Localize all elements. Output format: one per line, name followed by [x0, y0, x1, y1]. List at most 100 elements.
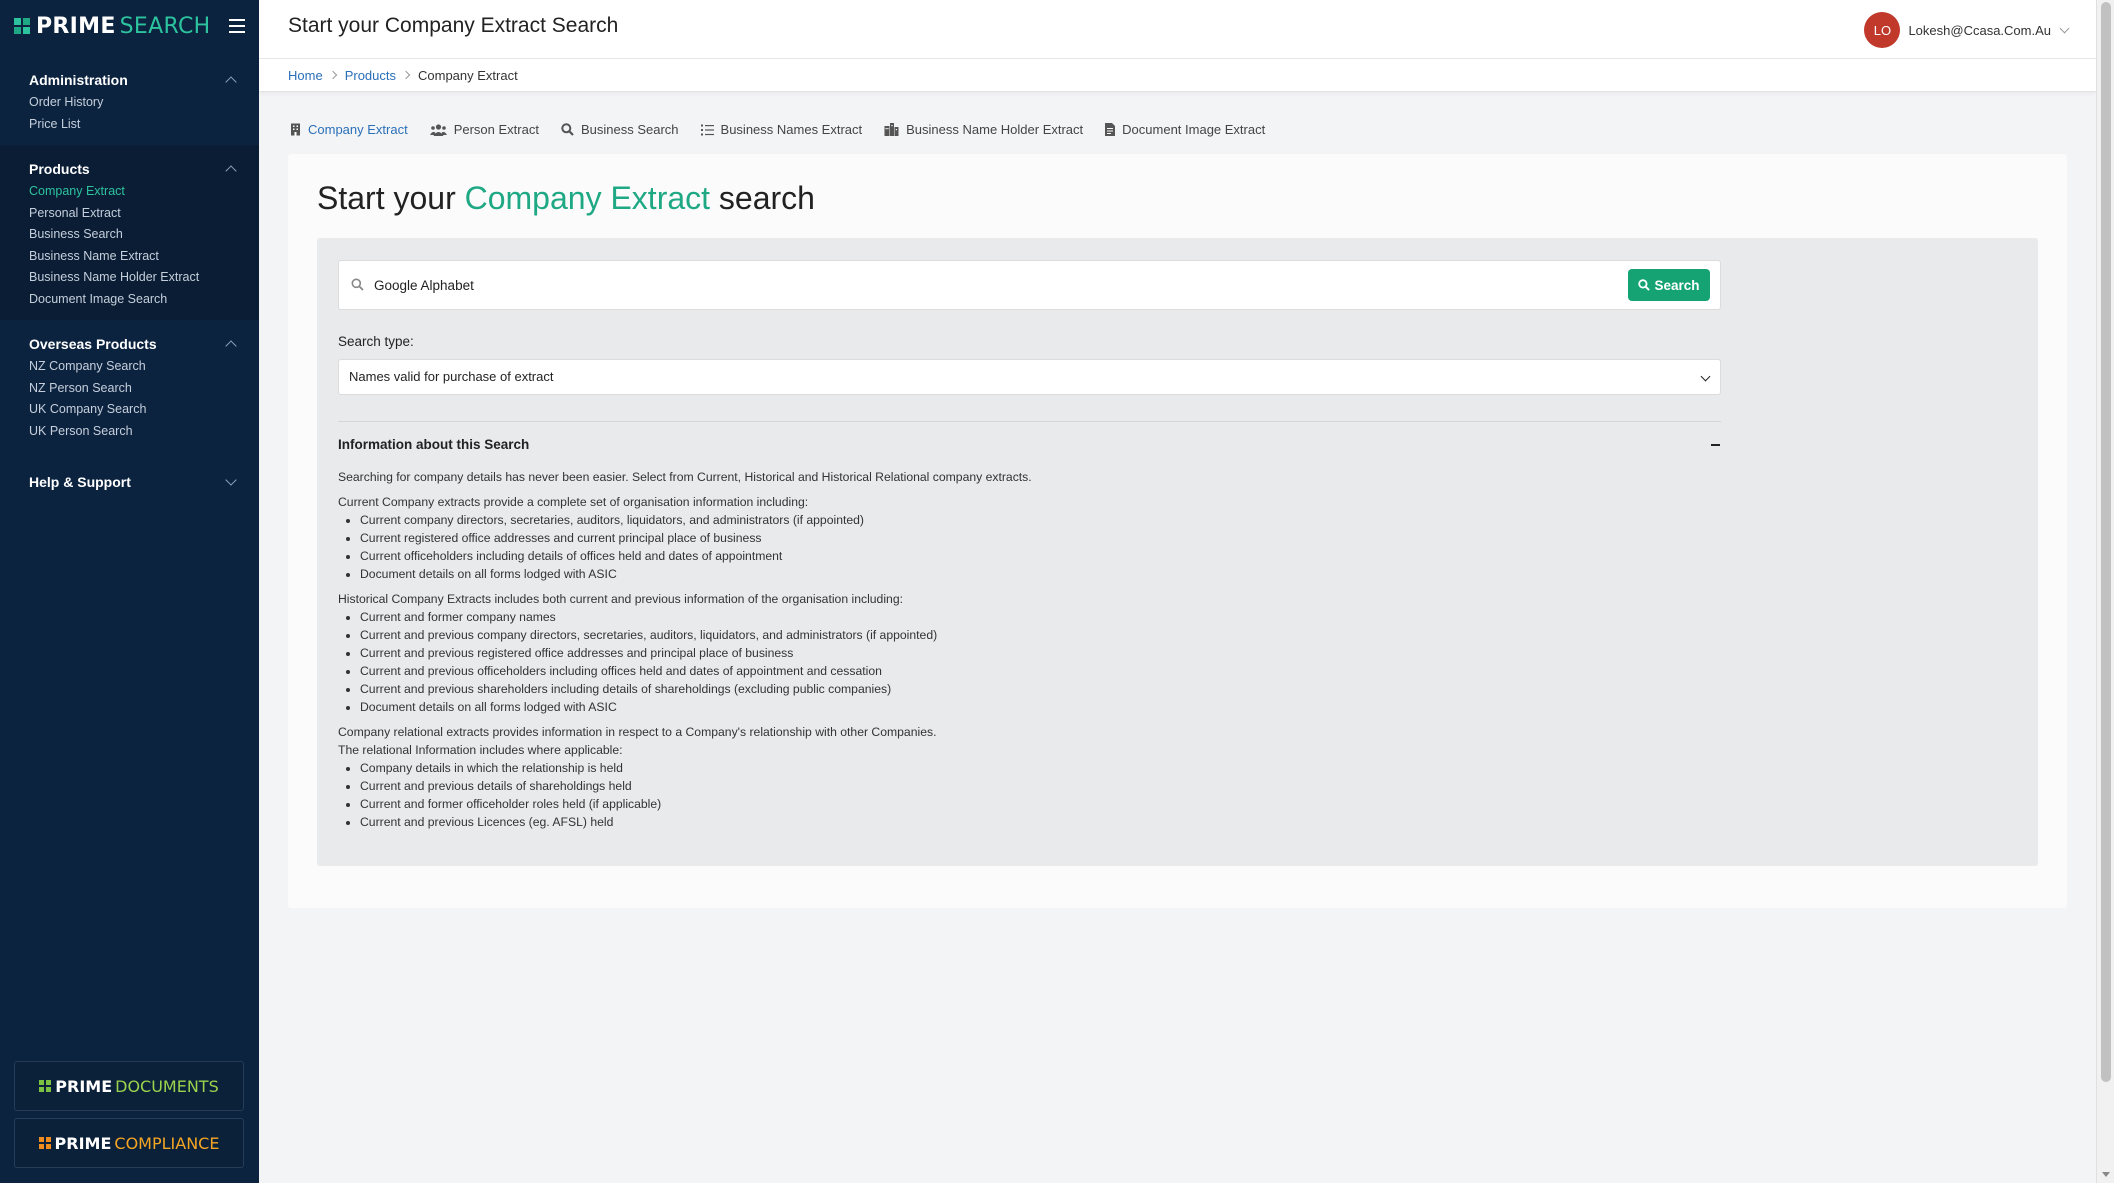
tab-label: Company Extract — [308, 122, 408, 137]
sidebar-item[interactable]: NZ Company Search — [0, 356, 259, 378]
search-button[interactable]: Search — [1628, 269, 1710, 301]
list-item: Current and previous details of sharehol… — [360, 777, 1638, 795]
chevron-up-icon — [225, 76, 237, 88]
product-tabs: Company Extract Person Extract Business … — [290, 122, 1287, 137]
search-type-value: Names valid for purchase of extract — [349, 369, 554, 384]
menu-toggle-icon[interactable] — [229, 19, 245, 33]
nav-group-title: Overseas Products — [29, 336, 157, 352]
avatar: LO — [1864, 12, 1901, 48]
chevron-up-icon — [225, 165, 237, 177]
search-box: Search — [338, 260, 1721, 310]
search-heading: Start your Company Extract search — [317, 180, 815, 217]
list-item: Current and former officeholder roles he… — [360, 795, 1638, 813]
info-section-title: Information about this Search — [338, 437, 530, 452]
nav-group-header[interactable]: Help & Support — [0, 470, 259, 494]
chevron-up-icon — [225, 340, 237, 352]
breadcrumb-home[interactable]: Home — [288, 68, 323, 83]
search-icon — [561, 123, 574, 136]
sidebar-item[interactable]: UK Person Search — [0, 421, 259, 443]
current-items-list: Current company directors, secretaries, … — [360, 511, 1638, 583]
chevron-down-icon — [2059, 23, 2070, 33]
search-card: Start your Company Extract search Search… — [288, 154, 2067, 908]
chevron-right-icon — [328, 70, 337, 80]
tab-document-image-extract[interactable]: Document Image Extract — [1105, 122, 1265, 137]
nav-group-header[interactable]: Overseas Products — [0, 332, 259, 356]
sidebar-item[interactable]: Business Name Holder Extract — [0, 267, 259, 289]
sidebar-item[interactable]: NZ Person Search — [0, 378, 259, 400]
top-header: Start your Company Extract Search LO Lok… — [259, 0, 2096, 59]
users-icon — [429, 123, 447, 136]
list-item: Current and previous shareholders includ… — [360, 680, 1638, 698]
nav-group-title: Administration — [29, 72, 128, 88]
sidebar-item[interactable]: Business Search — [0, 224, 259, 246]
tab-label: Business Names Extract — [720, 122, 863, 137]
list-item: Current company directors, secretaries, … — [360, 511, 1638, 529]
info-body: Searching for company details has never … — [338, 468, 1638, 831]
info-current-heading: Current Company extracts provide a compl… — [338, 495, 809, 509]
breadcrumb: Home Products Company Extract — [259, 59, 2096, 92]
breadcrumb-products[interactable]: Products — [345, 68, 396, 83]
info-relational-heading: Company relational extracts provides inf… — [338, 725, 937, 739]
heading-suffix: search — [710, 180, 815, 216]
building-icon — [291, 123, 300, 136]
prime-documents-prime: PRIME — [55, 1076, 113, 1096]
list-icon — [700, 124, 714, 135]
nav-group: Administration Order History Price List — [0, 52, 259, 145]
list-item: Current and previous officeholders inclu… — [360, 662, 1638, 680]
sidebar-item[interactable]: Order History — [0, 92, 259, 114]
sidebar: PRIME SEARCH Administration Order History… — [0, 0, 259, 1183]
search-icon — [351, 278, 364, 291]
prime-compliance-link[interactable]: PRIME COMPLIANCE — [14, 1118, 244, 1168]
list-item: Current officeholders including details … — [360, 547, 1638, 565]
logo-accent-text: SEARCH — [119, 13, 211, 39]
divider — [338, 421, 1721, 422]
prime-compliance-accent: COMPLIANCE — [114, 1133, 220, 1153]
tab-company-extract[interactable]: Company Extract — [290, 122, 408, 137]
tab-label: Business Name Holder Extract — [906, 122, 1084, 137]
heading-prefix: Start your — [317, 180, 465, 216]
info-relational-subheading: The relational Information includes wher… — [338, 743, 623, 757]
sidebar-item[interactable]: Personal Extract — [0, 203, 259, 225]
sidebar-item[interactable]: Business Name Extract — [0, 246, 259, 268]
nav-group-title: Products — [29, 161, 90, 177]
page-title: Start your Company Extract Search — [288, 14, 619, 37]
nav-group-header[interactable]: Administration — [0, 68, 259, 92]
relational-items-list: Company details in which the relationshi… — [360, 759, 1638, 831]
historical-items-list: Current and former company namesCurrent … — [360, 608, 1638, 716]
sidebar-item[interactable]: UK Company Search — [0, 399, 259, 421]
logo-mark-icon — [14, 18, 30, 34]
search-type-select[interactable]: Names valid for purchase of extract — [338, 359, 1721, 395]
tab-person-extract[interactable]: Person Extract — [429, 122, 539, 137]
vertical-scrollbar[interactable] — [2096, 0, 2114, 1183]
list-item: Current and previous Licences (eg. AFSL)… — [360, 813, 1638, 831]
tab-business-names-extract[interactable]: Business Names Extract — [700, 122, 863, 137]
nav-group: Products Company Extract Personal Extract B… — [0, 145, 259, 320]
scroll-down-arrow-icon[interactable] — [2102, 1172, 2110, 1177]
list-item: Current and previous company directors, … — [360, 626, 1638, 644]
city-icon — [884, 123, 899, 136]
prime-compliance-prime: PRIME — [54, 1133, 112, 1153]
nav-group-header[interactable]: Products — [0, 157, 259, 181]
nav-group: Help & Support — [0, 452, 259, 504]
logo-row: PRIME SEARCH — [0, 0, 259, 52]
scrollbar-thumb[interactable] — [2101, 2, 2111, 1082]
user-menu[interactable]: LO Lokesh@Ccasa.Com.Au — [1864, 12, 2070, 48]
user-email: Lokesh@Ccasa.Com.Au — [1908, 22, 2051, 38]
sidebar-nav: Administration Order History Price List Pro… — [0, 52, 259, 504]
list-item: Current and former company names — [360, 608, 1638, 626]
prime-documents-link[interactable]: PRIME DOCUMENTS — [14, 1061, 244, 1111]
search-icon — [1638, 279, 1651, 291]
sidebar-item[interactable]: Price List — [0, 114, 259, 136]
sidebar-item[interactable]: Company Extract — [0, 181, 259, 203]
tab-business-name-holder-extract[interactable]: Business Name Holder Extract — [884, 122, 1083, 137]
prime-compliance-logo-icon — [38, 1137, 51, 1149]
tab-label: Business Search — [580, 122, 679, 137]
info-historical-heading: Historical Company Extracts includes bot… — [338, 592, 903, 606]
sidebar-item[interactable]: Document Image Search — [0, 289, 259, 311]
company-search-input[interactable] — [374, 271, 1574, 299]
tab-business-search[interactable]: Business Search — [561, 122, 679, 137]
collapse-icon[interactable] — [1711, 444, 1720, 446]
chevron-down-icon — [225, 474, 237, 486]
heading-accent: Company Extract — [464, 180, 711, 216]
list-item: Document details on all forms lodged wit… — [360, 565, 1638, 583]
